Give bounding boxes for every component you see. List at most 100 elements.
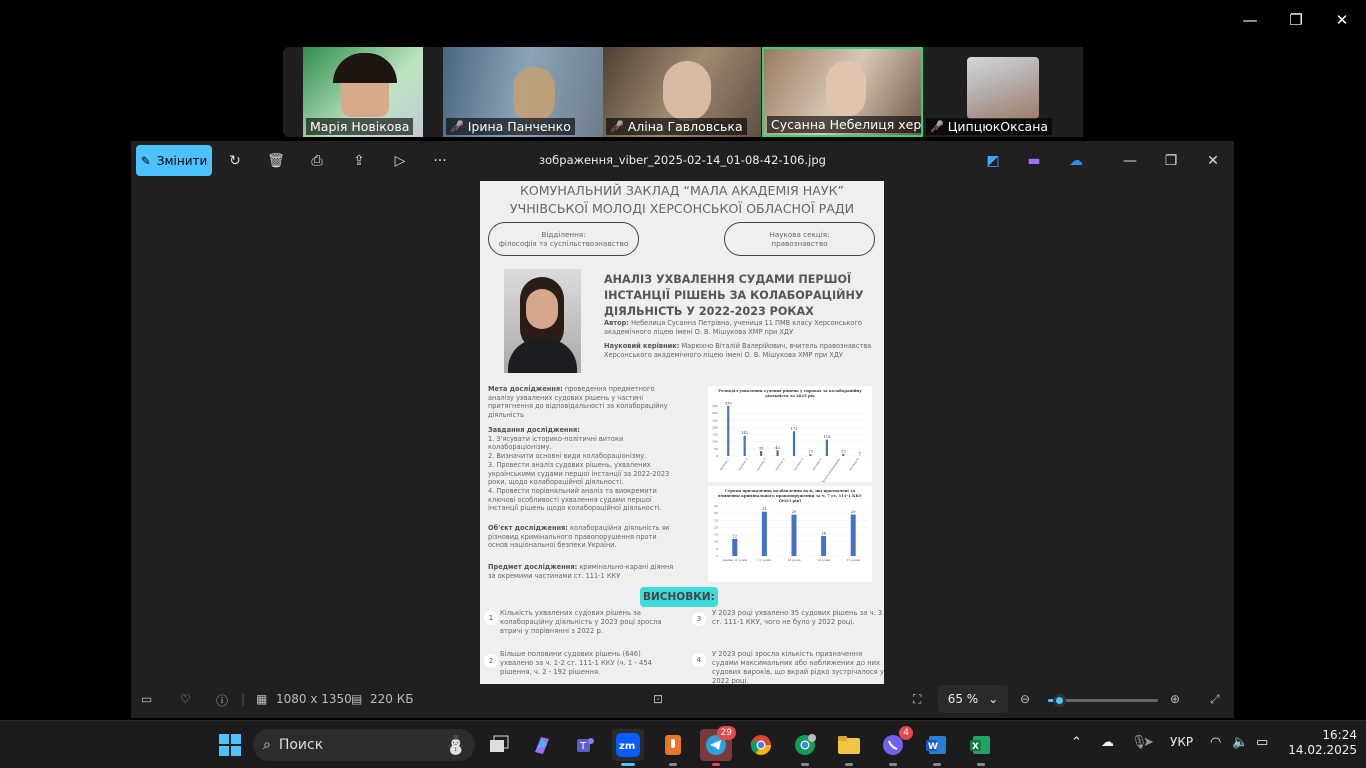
conclusion-text: У 2023 році зросла кількість призначення… [712, 650, 884, 684]
x-tick-label: 15 років [847, 558, 860, 562]
doc-title: АНАЛІЗ УХВАЛЕННЯ СУДАМИ ПЕРШОЇ ІНСТАНЦІЇ… [604, 273, 864, 318]
svg-text:T: T [579, 741, 587, 752]
data-label: 29 [792, 510, 797, 514]
start-button[interactable] [214, 729, 246, 761]
svg-text:X: X [972, 742, 979, 752]
participant-tile[interactable]: Марія Новікова [303, 47, 423, 137]
info-icon[interactable]: ⓘ [216, 692, 228, 709]
chrome-profile-icon[interactable] [789, 729, 821, 766]
zoom-out-icon[interactable]: ⊖ [1020, 692, 1030, 706]
clock[interactable]: 16:24 14.02.2025 [1287, 728, 1357, 758]
aim-block: Мета дослідження: проведення предметного… [488, 385, 668, 420]
bar [809, 454, 812, 456]
fit-icon[interactable]: ⛶ [913, 692, 921, 707]
chevron-up-icon[interactable]: ⌃ [1071, 735, 1082, 750]
subject-block: Предмет дослідження: кримінально-карані … [488, 563, 674, 580]
participant-tile-active[interactable]: Сусанна Небелиця херс... [762, 47, 923, 137]
disk-icon: ▤ [351, 692, 363, 706]
avatar [333, 53, 397, 83]
y-tick-label: 150 [712, 433, 718, 437]
close-icon[interactable]: ✕ [1330, 8, 1354, 32]
y-tick-label: 350 [712, 404, 718, 408]
data-label: 12 [733, 534, 738, 538]
avatar [967, 57, 1039, 119]
telegram-icon[interactable]: 29 [700, 726, 736, 766]
viewer-statusbar: ▭ ♡ ⓘ | ▦ 1080 x 1350 ▤ 220 КБ ⊡ ⛶ 65 % ⌄… [131, 682, 1234, 718]
y-tick-label: 0 [716, 454, 718, 458]
photos-app-icon[interactable]: ◩ [983, 151, 1003, 171]
minimize-icon[interactable]: — [1120, 151, 1140, 171]
maximize-icon[interactable]: ❐ [1161, 151, 1181, 171]
dimensions-icon: ▦ [256, 692, 268, 706]
x-tick-label: частина 3 [755, 457, 767, 472]
data-label: 15 [841, 449, 846, 453]
conclusion-number: 4 [692, 653, 706, 667]
data-label: 35 [759, 447, 764, 451]
supervisor-line: Науковий керівник: Марюхно Віталій Валер… [604, 342, 872, 359]
zoom-dropdown[interactable]: 65 % ⌄ [938, 685, 1008, 713]
data-label: 14 [821, 532, 826, 536]
document-image: КОМУНАЛЬНИЙ ЗАКЛАД “МАЛА АКАДЕМІЯ НАУК” … [480, 181, 884, 684]
bar [760, 451, 763, 456]
window-controls: — ❐ ✕ [1238, 8, 1354, 32]
chart-title: діяльність за 2023 рік [765, 393, 815, 398]
bar [776, 450, 779, 456]
chrome-icon[interactable] [745, 729, 777, 761]
conclusion-text: Кількість ухвалених судових рішень за ко… [500, 609, 662, 635]
mic-off-icon: 🎤̸ [610, 120, 624, 133]
fullscreen-icon[interactable]: ⤢ [1210, 692, 1220, 707]
viber-icon[interactable]: 4 [877, 726, 913, 766]
close-icon[interactable]: ✕ [1203, 151, 1223, 171]
zoom-taskbar-icon[interactable]: zm [612, 729, 644, 766]
bar [821, 536, 827, 556]
x-tick-label: 13 років [787, 558, 800, 562]
excel-icon[interactable]: X [965, 729, 997, 766]
minimize-icon[interactable]: — [1238, 8, 1262, 32]
taskbar: ⌕ Поиск ⛄ T zm 29 4 W X ⌃ ☁ 🎙 ➤ УКР ◠ 🔈 ▭ … [0, 720, 1366, 768]
onedrive-icon[interactable]: ☁ [1066, 151, 1086, 171]
task-view-icon[interactable] [483, 729, 515, 761]
x-tick-label: 12 років [758, 558, 771, 562]
battery-icon[interactable]: ▭ [1256, 735, 1268, 750]
recorder-icon[interactable] [657, 729, 689, 766]
clipchamp-icon[interactable]: ▬ [1024, 151, 1044, 171]
file-explorer-icon[interactable] [833, 729, 865, 766]
file-size: 220 КБ [370, 692, 414, 706]
windows-icon [219, 734, 241, 756]
zoom-in-icon[interactable]: ⊕ [1170, 692, 1180, 706]
participant-tile[interactable]: 🎤̸ ЦипцюкОксана [923, 47, 1083, 137]
search-box[interactable]: ⌕ Поиск ⛄ [253, 729, 475, 761]
clock-date: 14.02.2025 [1288, 743, 1357, 757]
favorite-icon[interactable]: ♡ [180, 692, 191, 706]
data-label: 173 [791, 427, 799, 431]
participant-name: Сусанна Небелиця херс... [767, 116, 921, 133]
y-tick-label: 0 [716, 554, 718, 558]
participant-tile[interactable]: 🎤̸ Аліна Гавловська [603, 47, 761, 137]
zoom-slider[interactable] [1048, 694, 1158, 707]
x-tick-label: 14 років [817, 558, 830, 562]
copilot-icon[interactable] [526, 729, 558, 761]
data-label: 2 [859, 451, 861, 455]
word-icon[interactable]: W [921, 729, 953, 766]
svg-text:zm: zm [619, 741, 635, 752]
avatar [826, 61, 866, 117]
x-tick-label: частина 8 [848, 457, 860, 472]
participant-name: 🎤̸ ЦипцюкОксана [926, 118, 1053, 135]
filmstrip-icon[interactable]: ▭ [141, 692, 152, 706]
visual-search-icon[interactable]: ⊡ [653, 692, 663, 706]
volume-icon[interactable]: 🔈 [1232, 735, 1248, 750]
data-label: 350 [725, 402, 733, 406]
language-indicator[interactable]: УКР [1170, 735, 1193, 749]
zoom-slider-thumb[interactable] [1053, 694, 1066, 707]
y-tick-label: 30 [714, 511, 718, 515]
viewer-toolbar: ✎ Змінити ↻ 🗑 ⎙ ⇪ ▷ ··· зображення_viber_… [131, 141, 1234, 181]
author-photo [504, 269, 581, 373]
bar [732, 538, 738, 556]
wifi-icon[interactable]: ◠ [1210, 735, 1221, 750]
telegram-badge: 29 [716, 726, 736, 740]
doc-header-line2: УЧНІВСЬКОЇ МОЛОДІ ХЕРСОНСЬКОЇ ОБЛАСНОЇ Р… [509, 201, 855, 216]
onedrive-error-icon[interactable]: ☁ [1101, 735, 1114, 750]
participant-tile[interactable]: 🎤̸ Ірина Панченко [443, 47, 603, 137]
teams-icon[interactable]: T [569, 729, 601, 761]
restore-icon[interactable]: ❐ [1284, 8, 1308, 32]
